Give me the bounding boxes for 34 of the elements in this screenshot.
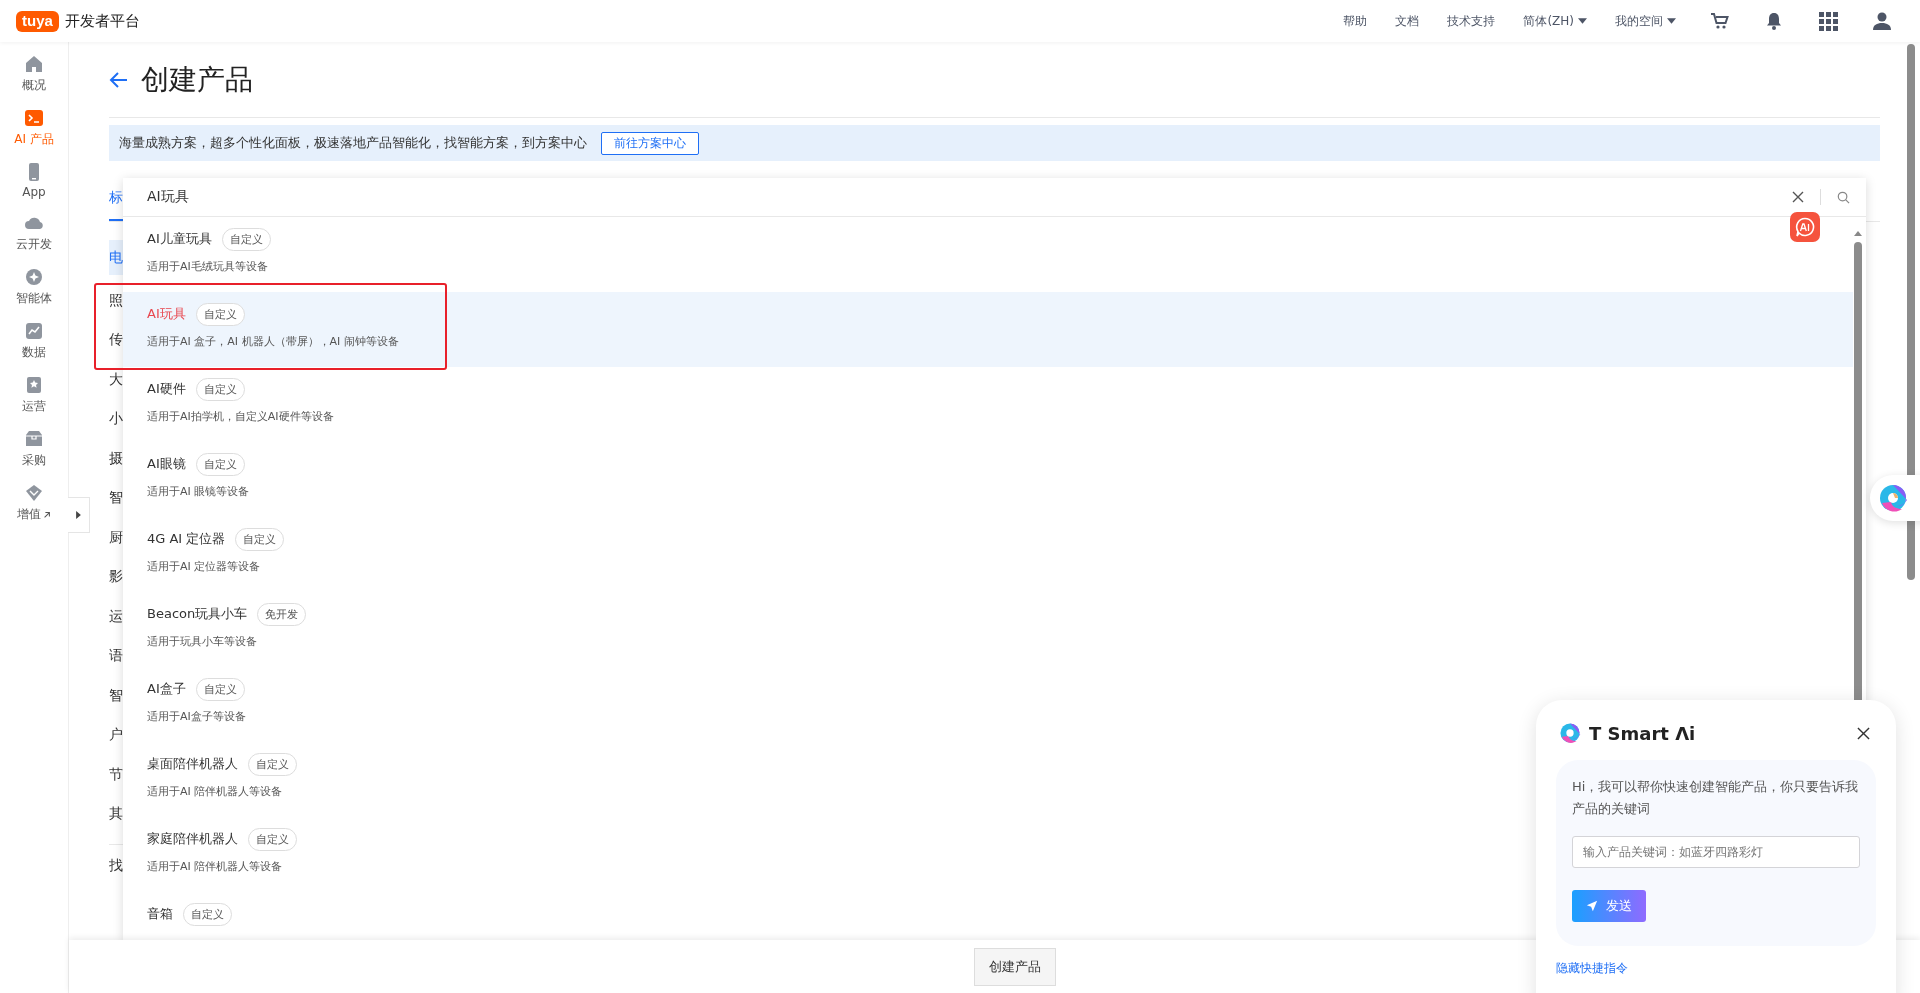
result-description: 适用于AI 盒子，AI 机器人（带屏），AI 闹钟等设备: [147, 334, 399, 349]
result-tag: 自定义: [195, 677, 245, 701]
result-title: 家庭陪伴机器人: [147, 830, 238, 848]
result-title: 桌面陪伴机器人: [147, 755, 238, 773]
result-title: AI眼镜: [147, 455, 186, 473]
result-title: AI玩具: [147, 305, 186, 323]
result-description: 适用于玩具小车等设备: [147, 634, 257, 649]
result-tag: 自定义: [183, 902, 232, 926]
result-tag: 自定义: [195, 377, 245, 401]
result-title: AI儿童玩具: [147, 230, 212, 248]
page-title: 创建产品: [141, 61, 253, 98]
assistant-message: Hi，我可以帮你快速创建智能产品，你只要告诉我产品的关键词: [1572, 778, 1860, 818]
result-description: 适用于AI拍学机，自定义AI硬件等设备: [147, 409, 334, 424]
result-title: Beacon玩具小车: [147, 605, 248, 623]
result-description: 适用于AI 陪伴机器人等设备: [147, 784, 283, 799]
result-title: AI盒子: [147, 680, 186, 698]
result-tag: 自定义: [221, 227, 271, 251]
result-description: 适用于AI 陪伴机器人等设备: [147, 859, 283, 874]
assistant-title: T Smart Λi: [1589, 722, 1696, 744]
result-description: 适用于AI 眼镜等设备: [147, 484, 250, 499]
result-title: 4G AI 定位器: [147, 530, 226, 548]
result-tag: 免开发: [257, 602, 307, 626]
result-tag: 自定义: [248, 752, 297, 776]
result-tag: 自定义: [248, 827, 297, 851]
result-title: AI硬件: [147, 380, 186, 398]
platform-title: 开发者平台: [64, 11, 140, 31]
result-description: 适用于AI毛绒玩具等设备: [147, 259, 268, 274]
result-description: 适用于AI 定位器等设备: [147, 559, 261, 574]
banner-text: 海量成熟方案，超多个性化面板，极速落地产品智能化，找智能方案，到方案中心: [119, 134, 587, 152]
result-tag: 自定义: [235, 527, 285, 551]
result-tag: 自定义: [195, 452, 245, 476]
result-tag: 自定义: [195, 302, 245, 326]
result-title: 音箱: [147, 905, 173, 923]
result-description: 适用于AI盒子等设备: [147, 709, 246, 724]
